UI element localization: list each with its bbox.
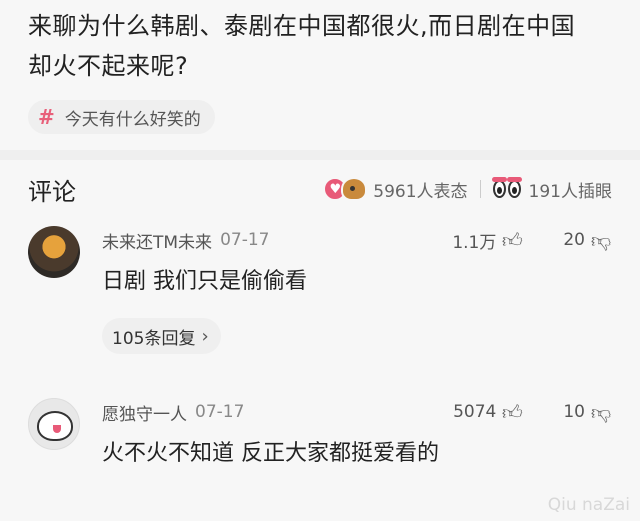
comment-body: 愿独守一人 07-17 5074 👍︎ 10 👎︎ 火不火不知道 反正大家都挺爱… — [102, 398, 612, 470]
like-count: 5074 — [453, 402, 497, 422]
like-button[interactable]: 5074 👍︎ — [453, 400, 523, 425]
topic-tag[interactable]: # 今天有什么好笑的 — [28, 100, 215, 134]
username[interactable]: 未来还TM未来 — [102, 228, 212, 253]
comments-title: 评论 — [28, 177, 76, 206]
thumbs-down-icon: 👎︎ — [590, 227, 612, 252]
topic-tag-label: 今天有什么好笑的 — [64, 109, 201, 130]
username[interactable]: 愿独守一人 — [102, 400, 187, 425]
post-title-line-1: 来聊为什么韩剧、泰剧在中国都很火,而日剧在中国 — [28, 12, 576, 40]
dislike-button[interactable]: 20 👎︎ — [563, 228, 612, 253]
thumbs-up-icon: 👍︎ — [501, 399, 523, 424]
dislike-count: 10 — [563, 402, 585, 422]
comment-item: 愿独守一人 07-17 5074 👍︎ 10 👎︎ 火不火不知道 反正大家都挺爱… — [0, 398, 640, 470]
chevron-right-icon: › — [201, 325, 209, 347]
dislike-button[interactable]: 10 👎︎ — [563, 400, 612, 425]
comment-date: 07-17 — [195, 402, 245, 422]
like-button[interactable]: 1.1万 👍︎ — [452, 228, 523, 253]
comment-meta: 未来还TM未来 07-17 1.1万 👍︎ 20 👎︎ — [102, 226, 612, 254]
comment-body: 未来还TM未来 07-17 1.1万 👍︎ 20 👎︎ 日剧 我们只是偷偷看 1… — [102, 226, 612, 354]
doge-icon — [341, 177, 368, 201]
section-divider — [0, 150, 640, 160]
thumbs-down-icon: 👎︎ — [590, 399, 612, 424]
dislike-count: 20 — [563, 230, 585, 250]
replies-label: 105条回复 — [112, 328, 196, 349]
watermark: Qiu naZai — [547, 495, 630, 515]
comment-text: 火不火不知道 反正大家都挺爱看的 — [102, 441, 439, 466]
reaction-summary[interactable]: ♥ — [323, 177, 368, 201]
like-count: 1.1万 — [452, 232, 497, 253]
avatar[interactable] — [28, 398, 80, 450]
avatar[interactable] — [28, 226, 80, 278]
comment-meta: 愿独守一人 07-17 5074 👍︎ 10 👎︎ — [102, 398, 612, 426]
separator — [479, 180, 481, 198]
comments-header: 评论 ♥ 5961人表态 191人插眼 — [0, 160, 640, 218]
reaction-count[interactable]: 5961人表态 — [373, 177, 467, 202]
eyes-icon[interactable] — [491, 177, 523, 198]
comment-text: 日剧 我们只是偷偷看 — [102, 269, 307, 294]
thumbs-up-icon: 👍︎ — [501, 227, 523, 252]
replies-button[interactable]: 105条回复 › — [102, 318, 221, 354]
post-header: 来聊为什么韩剧、泰剧在中国都很火,而日剧在中国 却火不起来呢? # 今天有什么好… — [0, 0, 640, 150]
comment-item: 未来还TM未来 07-17 1.1万 👍︎ 20 👎︎ 日剧 我们只是偷偷看 1… — [0, 226, 640, 354]
comment-date: 07-17 — [220, 230, 270, 250]
insert-count[interactable]: 191人插眼 — [529, 177, 612, 202]
reactions-bar: ♥ 5961人表态 191人插眼 — [323, 177, 612, 202]
post-title-line-2: 却火不起来呢? — [28, 52, 189, 80]
hash-icon: # — [38, 105, 55, 129]
